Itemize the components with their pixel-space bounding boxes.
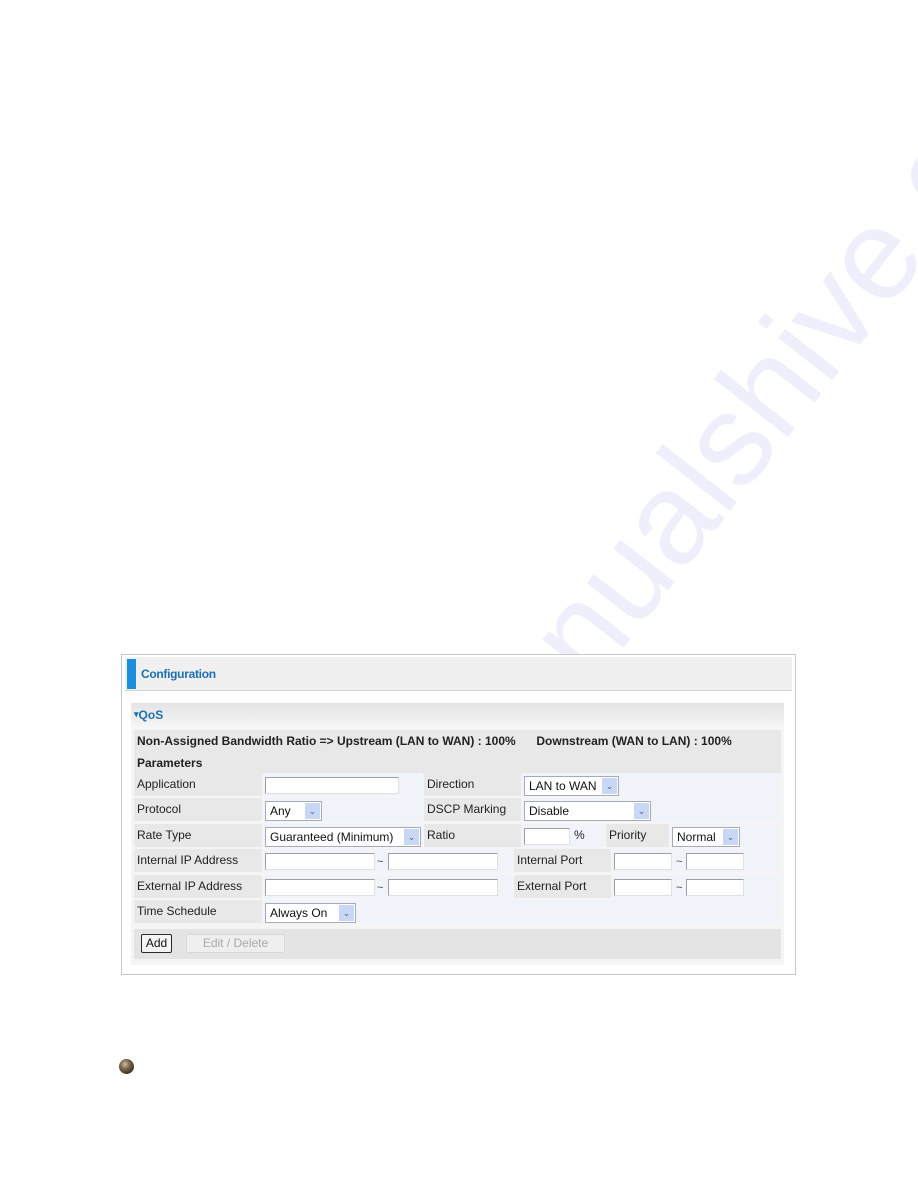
time-schedule-select[interactable]: Always On ⌄ — [265, 903, 356, 923]
bullet-sphere-icon — [119, 1059, 134, 1074]
edit-delete-button[interactable]: Edit / Delete — [186, 934, 285, 953]
dscp-marking-select[interactable]: Disable ⌄ — [524, 801, 651, 821]
chevron-down-icon: ⌄ — [723, 829, 738, 845]
dscp-marking-label: DSCP Marking — [424, 798, 521, 821]
time-schedule-label: Time Schedule — [134, 900, 262, 923]
application-label: Application — [134, 773, 262, 796]
protocol-select[interactable]: Any ⌄ — [265, 801, 322, 821]
rate-type-row: Rate Type Guaranteed (Minimum) ⌄ Ratio %… — [134, 823, 781, 847]
internal-port-end-input[interactable] — [686, 853, 744, 870]
external-ip-start-input[interactable] — [265, 879, 375, 896]
configuration-title: Configuration — [141, 667, 216, 681]
external-ip-label: External IP Address — [134, 875, 262, 898]
downstream-ratio-text: Downstream (WAN to LAN) : 100% — [536, 734, 732, 748]
chevron-down-icon: ⌄ — [602, 778, 617, 794]
priority-label: Priority — [606, 824, 669, 847]
rate-type-select[interactable]: Guaranteed (Minimum) ⌄ — [265, 827, 421, 847]
add-button[interactable]: Add — [141, 934, 172, 953]
internal-ip-end-input[interactable] — [388, 853, 498, 870]
upstream-ratio-text: Non-Assigned Bandwidth Ratio => Upstream… — [137, 734, 516, 748]
chevron-down-icon: ⌄ — [339, 905, 354, 921]
direction-label: Direction — [424, 773, 521, 796]
ratio-input[interactable] — [524, 828, 570, 845]
time-schedule-row: Time Schedule Always On ⌄ — [134, 899, 781, 923]
internal-ip-label: Internal IP Address — [134, 849, 262, 872]
application-input[interactable] — [265, 777, 399, 794]
ratio-unit: % — [574, 828, 585, 842]
configuration-panel: Configuration ▾QoS Non-Assigned Bandwidt… — [121, 654, 796, 975]
ratio-label: Ratio — [424, 824, 521, 847]
bandwidth-ratio-row: Non-Assigned Bandwidth Ratio => Upstream… — [134, 729, 781, 753]
external-ip-row: External IP Address ~ External Port ~ — [134, 874, 781, 898]
internal-ip-row: Internal IP Address ~ Internal Port ~ — [134, 848, 781, 872]
qos-section-header[interactable]: ▾QoS — [131, 703, 784, 725]
external-port-start-input[interactable] — [614, 879, 672, 896]
direction-select[interactable]: LAN to WAN ⌄ — [524, 776, 619, 796]
chevron-down-icon: ⌄ — [404, 829, 419, 845]
external-port-label: External Port — [514, 875, 611, 898]
qos-section: ▾QoS Non-Assigned Bandwidth Ratio => Ups… — [131, 703, 784, 965]
qos-title: QoS — [138, 708, 164, 722]
chevron-down-icon: ⌄ — [634, 803, 649, 819]
external-port-end-input[interactable] — [686, 879, 744, 896]
header-accent-bar — [127, 659, 136, 689]
protocol-row: Protocol Any ⌄ DSCP Marking Disable ⌄ — [134, 797, 781, 821]
chevron-down-icon: ⌄ — [305, 803, 320, 819]
internal-port-start-input[interactable] — [614, 853, 672, 870]
configuration-header: Configuration — [125, 657, 792, 691]
protocol-label: Protocol — [134, 798, 262, 821]
rate-type-label: Rate Type — [134, 824, 262, 847]
external-ip-end-input[interactable] — [388, 879, 498, 896]
priority-select[interactable]: Normal ⌄ — [672, 827, 740, 847]
button-row: Add Edit / Delete — [134, 929, 781, 959]
internal-port-label: Internal Port — [514, 849, 611, 872]
application-row: Application Direction LAN to WAN ⌄ — [134, 772, 781, 796]
internal-ip-start-input[interactable] — [265, 853, 375, 870]
